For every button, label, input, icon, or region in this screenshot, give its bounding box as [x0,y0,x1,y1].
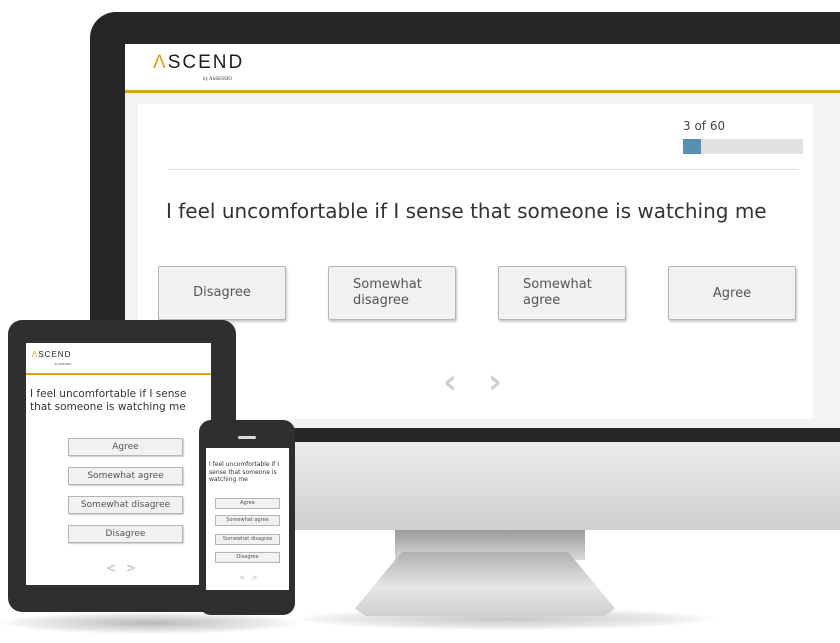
phone-next-arrow-icon[interactable]: > [251,573,258,582]
divider [168,169,798,170]
next-arrow-icon[interactable]: › [488,362,502,402]
tablet-shadow [0,612,300,634]
phone-answer-somewhat-agree-button[interactable]: Somewhat agree [215,515,280,526]
tablet-next-arrow-icon[interactable]: > [126,561,136,575]
monitor-stand-base [355,552,615,616]
phone-screen: I feel uncomfortable if I sense that som… [206,448,289,590]
phone-previous-arrow-icon[interactable]: < [239,573,246,582]
desktop-header: ΛSCEND by ASSESSIO [125,44,840,93]
answer-agree-button[interactable]: Agree [668,266,796,320]
tablet-answer-agree-button[interactable]: Agree [68,438,183,456]
tablet-ascend-logo: ΛSCEND [32,350,72,359]
phone-answer-disagree-button[interactable]: Disagree [215,552,280,563]
answer-somewhat-disagree-button[interactable]: Somewhat disagree [328,266,456,320]
answer-disagree-button[interactable]: Disagree [158,266,286,320]
ascend-logo: ΛSCEND [153,52,245,73]
answer-somewhat-agree-button[interactable]: Somewhat agree [498,266,626,320]
tablet-question-text: I feel uncomfortable if I sense that som… [30,388,187,413]
progress-label: 3 of 60 [683,119,726,133]
phone-answer-agree-button[interactable]: Agree [215,498,280,509]
phone-answer-somewhat-disagree-button[interactable]: Somewhat disagree [215,534,280,545]
question-text: I feel uncomfortable if I sense that som… [166,199,767,223]
tablet-screen: ΛSCEND by ASSESSIO I feel uncomfortable … [26,343,211,585]
logo-byline: by ASSESSIO [203,77,233,82]
previous-arrow-icon[interactable]: ‹ [443,362,457,402]
tablet-answer-somewhat-agree-button[interactable]: Somewhat agree [68,467,183,485]
phone-question-text: I feel uncomfortable if I sense that som… [209,461,279,483]
progress-bar [683,139,803,154]
phone-speaker [238,436,256,439]
tablet-answer-somewhat-disagree-button[interactable]: Somewhat disagree [68,496,183,514]
tablet-logo-byline: by ASSESSIO [54,362,72,366]
tablet-header: ΛSCEND by ASSESSIO [26,343,211,375]
progress-bar-fill [683,139,701,154]
question-card: 3 of 60 I feel uncomfortable if I sense … [138,104,813,419]
tablet-answer-disagree-button[interactable]: Disagree [68,525,183,543]
tablet-previous-arrow-icon[interactable]: < [106,561,116,575]
